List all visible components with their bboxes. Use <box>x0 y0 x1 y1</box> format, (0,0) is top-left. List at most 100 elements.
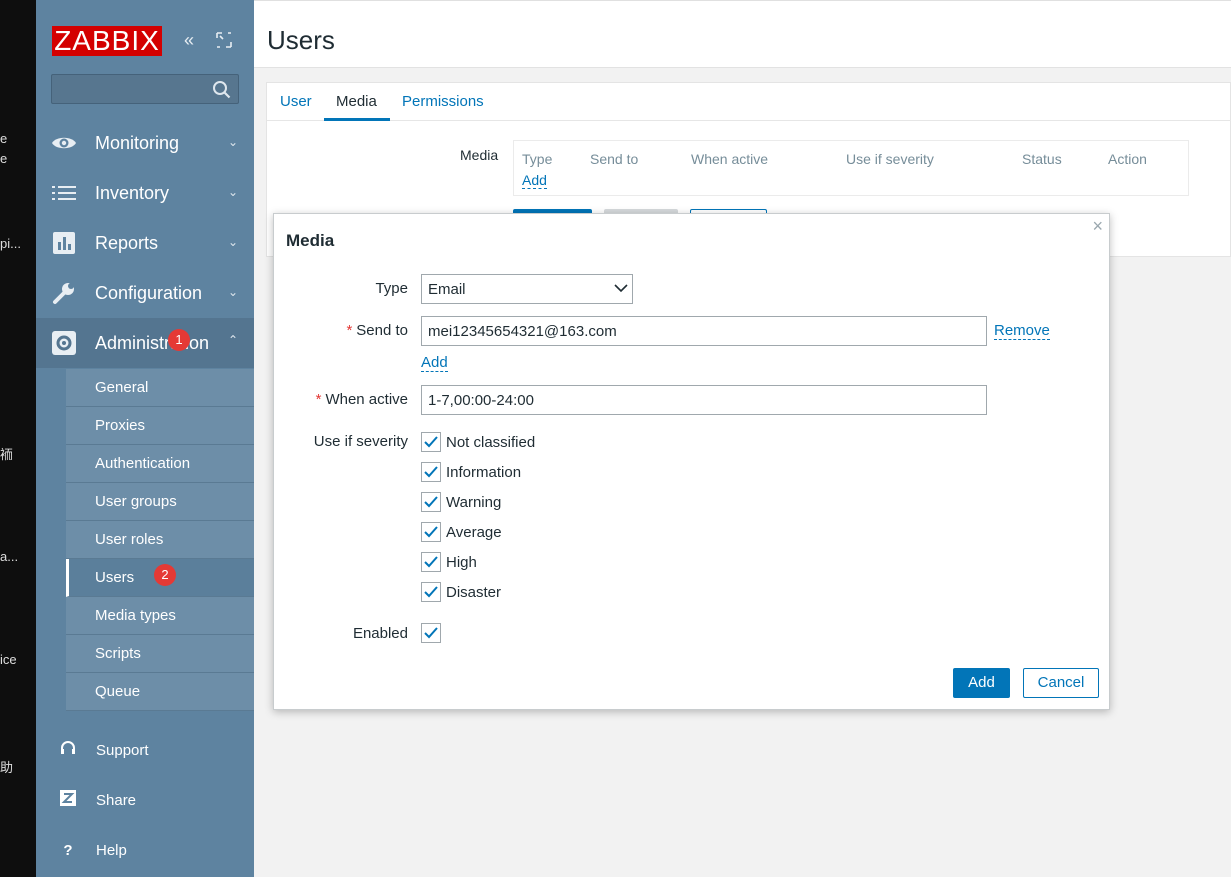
column-header: Status <box>1022 151 1062 167</box>
column-header: Type <box>522 151 553 167</box>
menu-configuration[interactable]: Configuration ⌄ <box>36 268 254 318</box>
severity-high[interactable]: High <box>421 552 477 572</box>
footer-label: Share <box>96 791 137 809</box>
submenu-item-queue[interactable]: Queue <box>66 673 254 711</box>
footer-label: Support <box>96 741 149 759</box>
menu-monitoring[interactable]: Monitoring ⌄ <box>36 118 254 168</box>
cancel-button[interactable]: Cancel <box>1023 668 1099 698</box>
desktop-fragment: e <box>0 131 8 146</box>
checkbox[interactable] <box>421 582 441 602</box>
menu-label: Inventory <box>95 182 170 203</box>
severity-not-classified[interactable]: Not classified <box>421 432 535 452</box>
question-icon: ? <box>63 841 73 859</box>
chevron-down-icon <box>614 284 628 293</box>
column-header: Send to <box>590 151 639 167</box>
media-dialog: Media × Type Email * Send to mei123456543… <box>273 213 1110 710</box>
enabled-label: Enabled <box>352 625 408 642</box>
column-header: Action <box>1108 151 1147 167</box>
footer-help[interactable]: ? Help <box>36 835 254 865</box>
send-to-label-text: Send to <box>356 322 408 339</box>
menu-label: Administration <box>95 332 210 353</box>
bar-chart-icon <box>51 232 77 254</box>
chevron-down-icon: ⌄ <box>227 185 238 199</box>
checkbox-label: Not classified <box>446 433 536 451</box>
submenu-item-authentication[interactable]: Authentication <box>66 445 254 483</box>
checkmark-icon <box>424 586 438 598</box>
submenu-item-general[interactable]: General <box>66 369 254 407</box>
add-send-to-link[interactable]: Add <box>421 354 448 372</box>
annotation-badge: 1 <box>168 329 190 351</box>
search-icon[interactable] <box>212 80 232 100</box>
submenu-item-media-types[interactable]: Media types <box>66 597 254 635</box>
kiosk-mode-icon[interactable] <box>215 31 233 53</box>
severity-information[interactable]: Information <box>421 462 521 482</box>
chevron-up-icon: ⌃ <box>227 333 238 347</box>
send-to-input[interactable]: mei12345654321@163.com <box>421 316 987 346</box>
gear-icon <box>51 331 77 355</box>
send-to-label: * Send to <box>278 322 408 339</box>
footer-share[interactable]: Share <box>36 785 254 815</box>
checkbox-label: High <box>446 553 477 571</box>
checkmark-icon <box>424 556 438 568</box>
tab-user[interactable]: User <box>280 93 312 110</box>
checkmark-icon <box>424 496 438 508</box>
checkbox[interactable] <box>421 492 441 512</box>
menu-reports[interactable]: Reports ⌄ <box>36 218 254 268</box>
remove-link[interactable]: Remove <box>994 322 1050 340</box>
when-active-label: * When active <box>278 391 408 408</box>
submenu-item-proxies[interactable]: Proxies <box>66 407 254 445</box>
media-table: Type Send to When active Use if severity… <box>513 140 1189 196</box>
active-tab-indicator <box>324 118 390 121</box>
type-label: Type <box>375 280 408 297</box>
dialog-title: Media <box>286 231 335 250</box>
severity-warning[interactable]: Warning <box>421 492 501 512</box>
enabled-checkbox[interactable] <box>421 623 446 643</box>
checkbox[interactable] <box>421 623 441 643</box>
menu-inventory[interactable]: Inventory ⌄ <box>36 168 254 218</box>
page-title: Users <box>267 25 335 55</box>
add-button[interactable]: Add <box>953 668 1010 698</box>
close-icon[interactable]: × <box>1092 216 1103 237</box>
checkbox[interactable] <box>421 522 441 542</box>
chevron-down-icon: ⌄ <box>227 135 238 149</box>
desktop-fragment: 助 <box>0 760 14 775</box>
checkmark-icon <box>424 436 438 448</box>
add-media-link[interactable]: Add <box>522 172 547 189</box>
checkbox[interactable] <box>421 462 441 482</box>
submenu-item-user-groups[interactable]: User groups <box>66 483 254 521</box>
administration-submenu: General Proxies Authentication User grou… <box>66 369 254 711</box>
required-asterisk: * <box>315 391 322 408</box>
menu-label: Reports <box>95 232 159 253</box>
headset-icon <box>58 740 78 760</box>
header: Users <box>254 0 1231 68</box>
column-header: When active <box>691 151 769 167</box>
submenu-gutter <box>36 369 66 711</box>
zabbix-logo[interactable]: ZABBIX <box>52 26 162 56</box>
severity-disaster[interactable]: Disaster <box>421 582 501 602</box>
desktop-fragment: a... <box>0 549 19 564</box>
footer-support[interactable]: Support <box>36 735 254 765</box>
media-section-label: Media <box>460 147 499 163</box>
use-if-severity-label: Use if severity <box>313 433 408 450</box>
type-select[interactable]: Email <box>421 274 633 304</box>
collapse-sidebar-icon[interactable]: « <box>184 30 194 50</box>
tab-bar: User Media Permissions <box>267 83 1231 121</box>
submenu-item-scripts[interactable]: Scripts <box>66 635 254 673</box>
required-asterisk: * <box>346 322 353 339</box>
when-active-input[interactable]: 1-7,00:00-24:00 <box>421 385 987 415</box>
menu-label: Configuration <box>95 282 203 303</box>
checkbox-label: Disaster <box>446 583 502 601</box>
severity-average[interactable]: Average <box>421 522 502 542</box>
column-header: Use if severity <box>846 151 934 167</box>
list-icon <box>51 182 77 204</box>
sidebar-search-input[interactable] <box>51 74 239 104</box>
menu-administration[interactable]: Administration ⌃ <box>36 318 254 368</box>
checkbox[interactable] <box>421 552 441 572</box>
checkbox-label: Average <box>446 523 502 541</box>
eye-icon <box>51 132 77 154</box>
tab-permissions[interactable]: Permissions <box>402 93 484 110</box>
tab-media[interactable]: Media <box>336 93 377 110</box>
checkbox[interactable] <box>421 432 441 452</box>
chevron-down-icon: ⌄ <box>227 235 238 249</box>
submenu-item-user-roles[interactable]: User roles <box>66 521 254 559</box>
